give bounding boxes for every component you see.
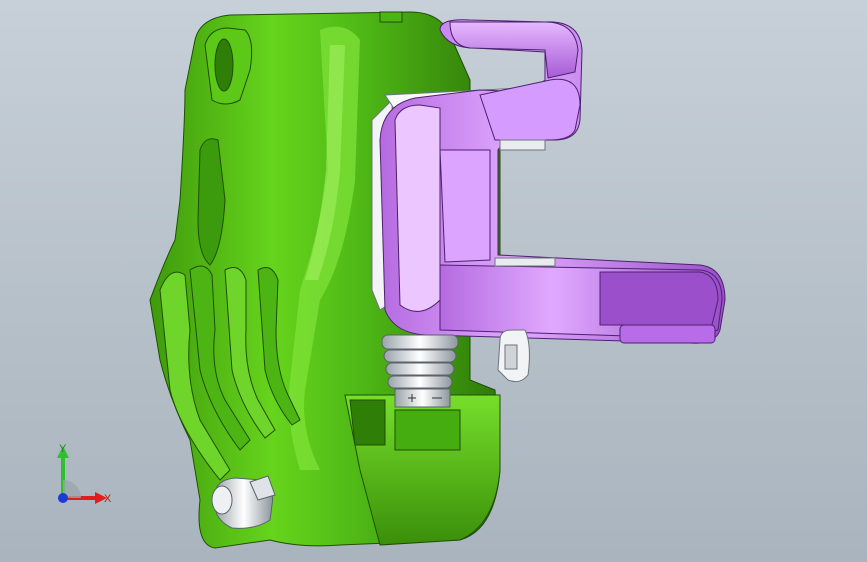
3d-viewport[interactable]: Y X: [0, 0, 867, 562]
bleeder-screw[interactable]: [211, 475, 276, 529]
x-axis-label: X: [104, 493, 112, 505]
brake-caliper-model[interactable]: [0, 0, 867, 562]
axis-triad: Y X: [57, 443, 112, 505]
bracket-slide-hardware[interactable]: [494, 139, 556, 383]
y-axis-label: Y: [59, 443, 67, 455]
z-axis-dot: [58, 493, 68, 503]
